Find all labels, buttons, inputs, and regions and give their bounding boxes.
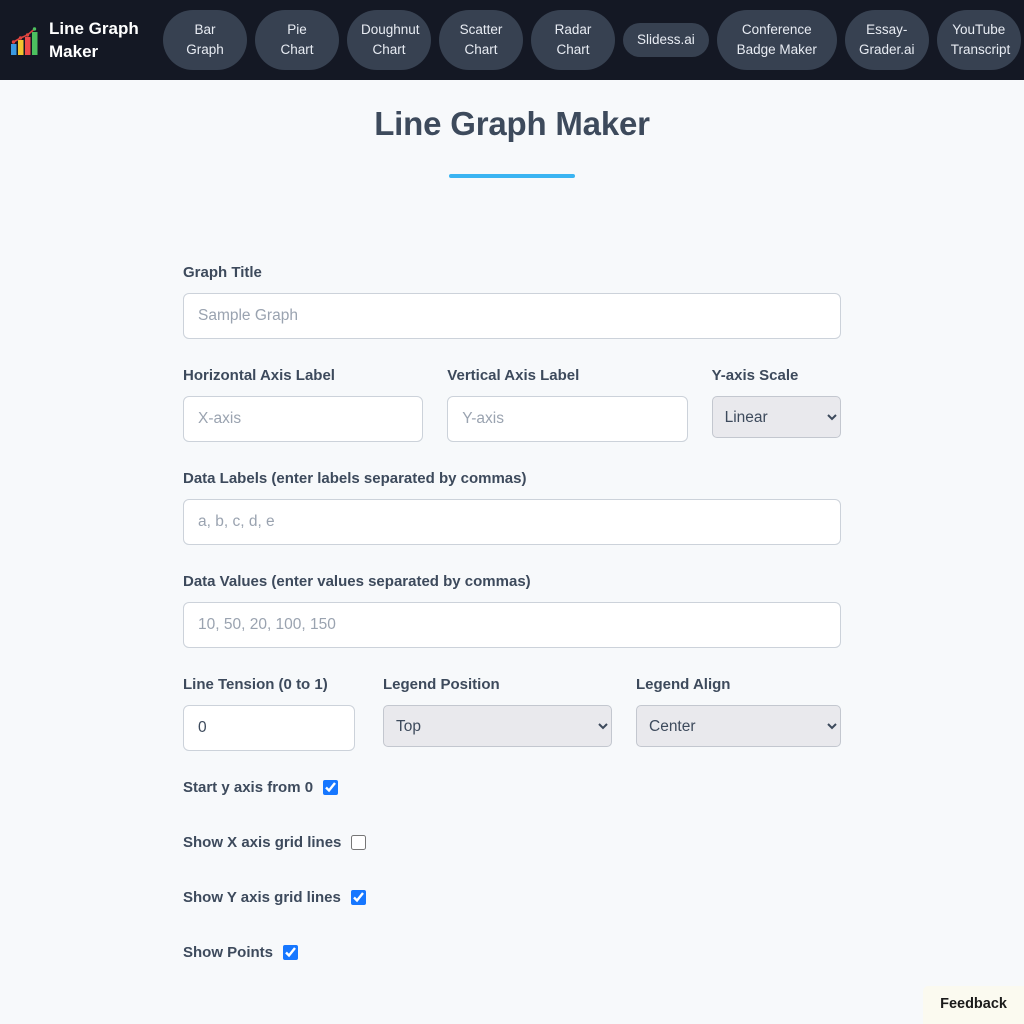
- nav-item-doughnut-chart[interactable]: Doughnut Chart: [347, 10, 431, 70]
- graph-title-label: Graph Title: [183, 264, 262, 281]
- show-points-label: Show Points: [183, 944, 273, 961]
- horizontal-axis-input[interactable]: [183, 396, 424, 442]
- line-tension-field: Line Tension (0 to 1): [183, 676, 355, 751]
- line-tension-label: Line Tension (0 to 1): [183, 676, 328, 693]
- vertical-axis-input[interactable]: [447, 396, 688, 442]
- nav-item-radar-chart[interactable]: Radar Chart: [531, 10, 615, 70]
- show-points-row: Show Points: [183, 944, 841, 961]
- nav-item-bar-graph[interactable]: Bar Graph: [163, 10, 247, 70]
- legend-align-label: Legend Align: [636, 676, 731, 693]
- feedback-button[interactable]: Feedback: [923, 986, 1024, 1024]
- legend-position-field: Legend Position TopBottomLeftRight: [383, 676, 612, 751]
- graph-settings-form: Graph Title Horizontal Axis Label Vertic…: [183, 178, 841, 961]
- y-axis-scale-field: Y-axis Scale LinearLogarithmic: [711, 367, 841, 442]
- axis-settings-row: Horizontal Axis Label Vertical Axis Labe…: [183, 367, 841, 442]
- brand-name: Line Graph Maker: [49, 19, 139, 61]
- data-labels-input[interactable]: [183, 499, 841, 545]
- legend-align-select[interactable]: CenterStartEnd: [636, 705, 841, 747]
- start-y-from-zero-checkbox[interactable]: [323, 780, 339, 795]
- data-values-field: Data Values (enter values separated by c…: [183, 573, 841, 648]
- legend-position-label: Legend Position: [383, 676, 500, 693]
- show-y-grid-checkbox[interactable]: [350, 890, 366, 905]
- vertical-axis-field: Vertical Axis Label: [447, 367, 688, 442]
- nav-item-slidess-ai[interactable]: Slidess.ai: [623, 23, 709, 57]
- bar-chart-line-logo-icon: [10, 24, 40, 56]
- data-values-label: Data Values (enter values separated by c…: [183, 573, 531, 590]
- data-labels-field: Data Labels (enter labels separated by c…: [183, 470, 841, 545]
- show-x-grid-label: Show X axis grid lines: [183, 834, 342, 851]
- graph-title-field: Graph Title: [183, 264, 841, 339]
- nav-item-pie-chart[interactable]: Pie Chart: [255, 10, 339, 70]
- legend-position-select[interactable]: TopBottomLeftRight: [383, 705, 612, 747]
- graph-title-input[interactable]: [183, 293, 841, 339]
- start-y-from-zero-label: Start y axis from 0: [183, 779, 314, 796]
- nav-item-scatter-chart[interactable]: Scatter Chart: [439, 10, 523, 70]
- nav-item-essay-grader-ai[interactable]: Essay-Grader.ai: [844, 10, 929, 70]
- nav-item-youtube-transcript[interactable]: YouTube Transcript: [936, 10, 1021, 70]
- show-y-grid-label: Show Y axis grid lines: [183, 889, 341, 906]
- horizontal-axis-field: Horizontal Axis Label: [183, 367, 424, 442]
- show-y-grid-row: Show Y axis grid lines: [183, 889, 841, 906]
- horizontal-axis-label: Horizontal Axis Label: [183, 367, 335, 384]
- y-axis-scale-label: Y-axis Scale: [711, 367, 799, 384]
- site-header: Line Graph Maker Bar Graph Pie Chart Dou…: [0, 0, 1024, 80]
- show-x-grid-row: Show X axis grid lines: [183, 834, 841, 851]
- nav-item-conference-badge-maker[interactable]: Conference Badge Maker: [716, 10, 837, 70]
- page-title-section: Line Graph Maker: [0, 80, 1024, 178]
- show-points-checkbox[interactable]: [283, 945, 298, 960]
- start-y-from-zero-row: Start y axis from 0: [183, 779, 841, 796]
- line-legend-row: Line Tension (0 to 1) Legend Position To…: [183, 676, 841, 751]
- legend-align-field: Legend Align CenterStartEnd: [636, 676, 841, 751]
- brand[interactable]: Line Graph Maker: [10, 17, 145, 63]
- vertical-axis-label: Vertical Axis Label: [447, 367, 580, 384]
- page-title: Line Graph Maker: [374, 105, 650, 142]
- data-labels-label: Data Labels (enter labels separated by c…: [183, 470, 527, 487]
- show-x-grid-checkbox[interactable]: [351, 835, 367, 850]
- y-axis-scale-select[interactable]: LinearLogarithmic: [711, 396, 841, 438]
- data-values-input[interactable]: [183, 602, 841, 648]
- primary-nav: Bar Graph Pie Chart Doughnut Chart Scatt…: [163, 10, 1021, 70]
- line-tension-input[interactable]: [183, 705, 355, 751]
